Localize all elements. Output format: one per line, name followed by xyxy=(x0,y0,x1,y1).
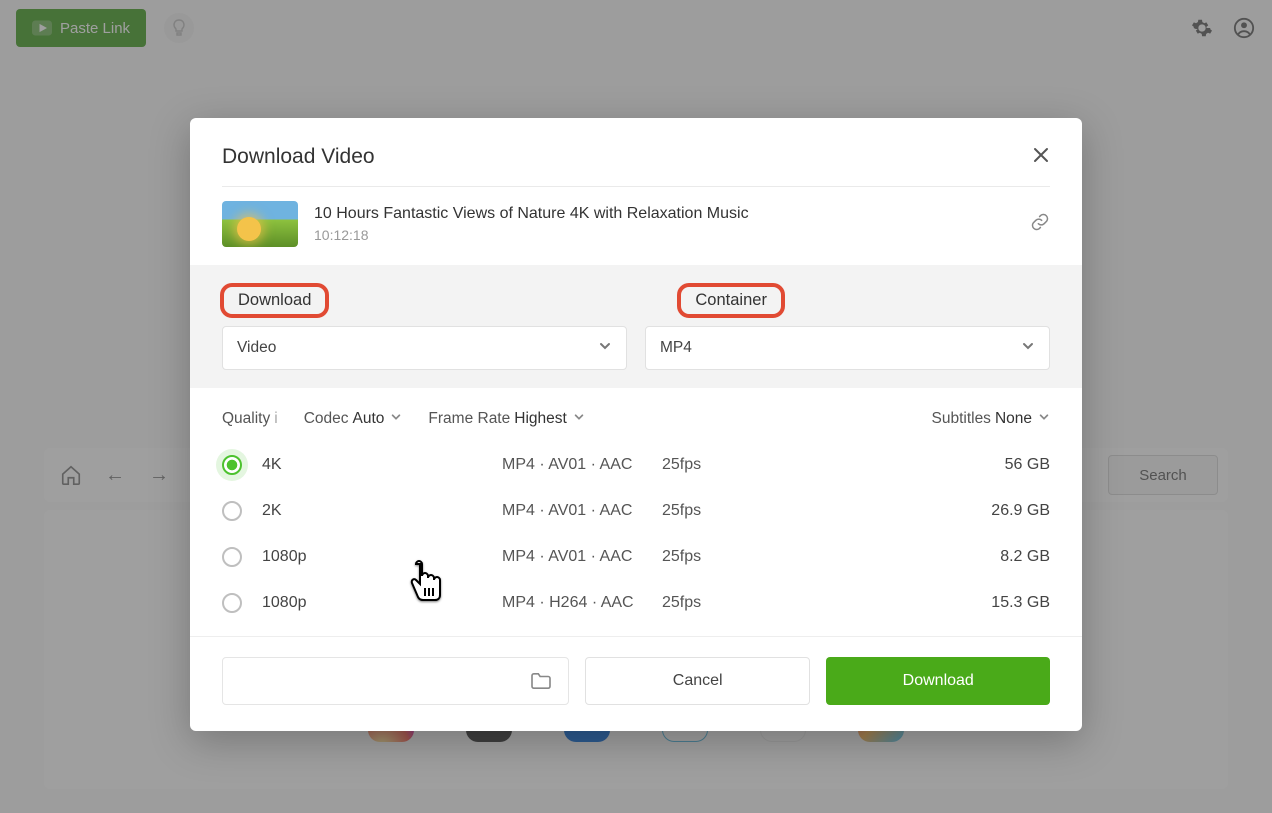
chevron-down-icon xyxy=(390,410,402,428)
quality-row[interactable]: 4KMP4 · AV01 · AAC25fps 56 GB xyxy=(222,442,1050,488)
quality-row[interactable]: 2KMP4 · AV01 · AAC25fps 26.9 GB xyxy=(222,488,1050,534)
codec-label: Codec xyxy=(304,410,349,428)
video-info-row: 10 Hours Fantastic Views of Nature 4K wi… xyxy=(190,187,1082,265)
framerate-value: Highest xyxy=(514,410,567,428)
quality-list: 4KMP4 · AV01 · AAC25fps56 GB2KMP4 · AV01… xyxy=(190,438,1082,636)
quality-size: 26.9 GB xyxy=(991,502,1050,520)
codec-value: Auto xyxy=(353,410,385,428)
quality-size: 56 GB xyxy=(1005,456,1050,474)
quality-fps: 25fps xyxy=(662,456,782,474)
download-type-value: Video xyxy=(237,339,276,357)
quality-fps: 25fps xyxy=(662,548,782,566)
radio-icon xyxy=(222,455,242,475)
download-modal: Download Video 10 Hours Fantastic Views … xyxy=(190,118,1082,731)
quality-row[interactable]: 1080pMP4 · AV01 · AAC25fps 8.2 GB xyxy=(222,534,1050,580)
chevron-down-icon xyxy=(1038,410,1050,428)
source-link-button[interactable] xyxy=(1030,212,1050,237)
close-icon xyxy=(1032,146,1050,164)
close-button[interactable] xyxy=(1032,144,1050,170)
quality-format: MP4 · H264 · AAC xyxy=(502,594,662,612)
codec-filter[interactable]: Codec Auto xyxy=(304,410,403,428)
output-path-input[interactable] xyxy=(222,657,569,705)
download-button[interactable]: Download xyxy=(826,657,1050,705)
quality-badge: i xyxy=(274,410,277,428)
radio-icon xyxy=(222,547,242,567)
quality-resolution: 2K xyxy=(262,502,502,520)
download-type-dropdown[interactable]: Video xyxy=(222,326,627,370)
container-section-label: Container xyxy=(677,283,785,318)
filter-row: Quality i Codec Auto Frame Rate Highest … xyxy=(190,388,1082,438)
container-type-value: MP4 xyxy=(660,339,692,357)
chevron-down-icon xyxy=(573,410,585,428)
quality-filter[interactable]: Quality i xyxy=(222,410,278,428)
quality-resolution: 1080p xyxy=(262,594,502,612)
video-thumbnail xyxy=(222,201,298,247)
quality-label: Quality xyxy=(222,410,270,428)
radio-icon xyxy=(222,501,242,521)
modal-title: Download Video xyxy=(222,145,375,169)
container-type-dropdown[interactable]: MP4 xyxy=(645,326,1050,370)
chevron-down-icon xyxy=(1021,339,1035,358)
subtitles-filter[interactable]: Subtitles None xyxy=(931,410,1050,428)
video-title: 10 Hours Fantastic Views of Nature 4K wi… xyxy=(314,205,749,223)
quality-resolution: 1080p xyxy=(262,548,502,566)
radio-icon xyxy=(222,593,242,613)
quality-fps: 25fps xyxy=(662,502,782,520)
quality-resolution: 4K xyxy=(262,456,502,474)
quality-size: 8.2 GB xyxy=(1000,548,1050,566)
framerate-label: Frame Rate xyxy=(428,410,510,428)
quality-size: 15.3 GB xyxy=(991,594,1050,612)
video-duration: 10:12:18 xyxy=(314,227,749,243)
quality-row[interactable]: 1080pMP4 · H264 · AAC25fps 15.3 GB xyxy=(222,580,1050,626)
quality-format: MP4 · AV01 · AAC xyxy=(502,548,662,566)
quality-format: MP4 · AV01 · AAC xyxy=(502,456,662,474)
framerate-filter[interactable]: Frame Rate Highest xyxy=(428,410,584,428)
quality-format: MP4 · AV01 · AAC xyxy=(502,502,662,520)
folder-icon xyxy=(530,672,552,690)
link-icon xyxy=(1030,212,1050,232)
cancel-button[interactable]: Cancel xyxy=(585,657,811,705)
chevron-down-icon xyxy=(598,339,612,358)
subtitles-label: Subtitles xyxy=(931,410,990,428)
subtitles-value: None xyxy=(995,410,1032,428)
download-section-label: Download xyxy=(220,283,329,318)
quality-fps: 25fps xyxy=(662,594,782,612)
